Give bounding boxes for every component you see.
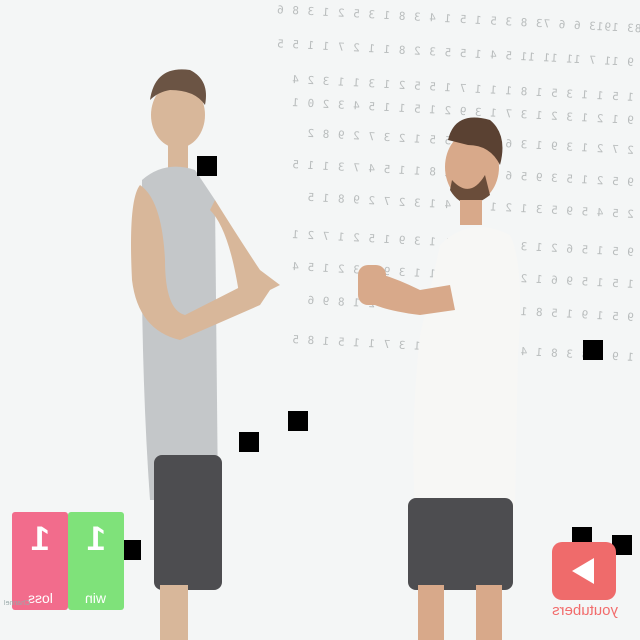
video-frame: 5134 83 1913 6 6 73 8 3 5 1 5 1 4 3 8 1 … [0, 0, 640, 640]
win-score-card: 1 win [68, 512, 124, 610]
wall-text-row: 1 3 2 1 9 1 3 3 8 1 4 5 1 2 1 3 2 1 3 7 … [290, 332, 640, 366]
number-wall: 5134 83 1913 6 6 73 8 3 5 1 5 1 4 3 8 1 … [0, 0, 640, 380]
redaction-box [239, 432, 259, 452]
redaction-box [583, 340, 603, 360]
redaction-box [121, 540, 141, 560]
loss-label: loss [27, 590, 53, 606]
brand-logo [552, 542, 616, 600]
right-person [358, 117, 521, 640]
brand-label: youtubers [552, 602, 618, 619]
redaction-box [197, 156, 217, 176]
play-icon [572, 558, 594, 584]
loss-score-card: 1 loss [12, 512, 68, 610]
loss-count: 1 [30, 520, 50, 558]
win-label: win [85, 590, 107, 606]
win-count: 1 [86, 520, 106, 558]
credit-text: Channel [4, 600, 31, 607]
redaction-box [288, 411, 308, 431]
